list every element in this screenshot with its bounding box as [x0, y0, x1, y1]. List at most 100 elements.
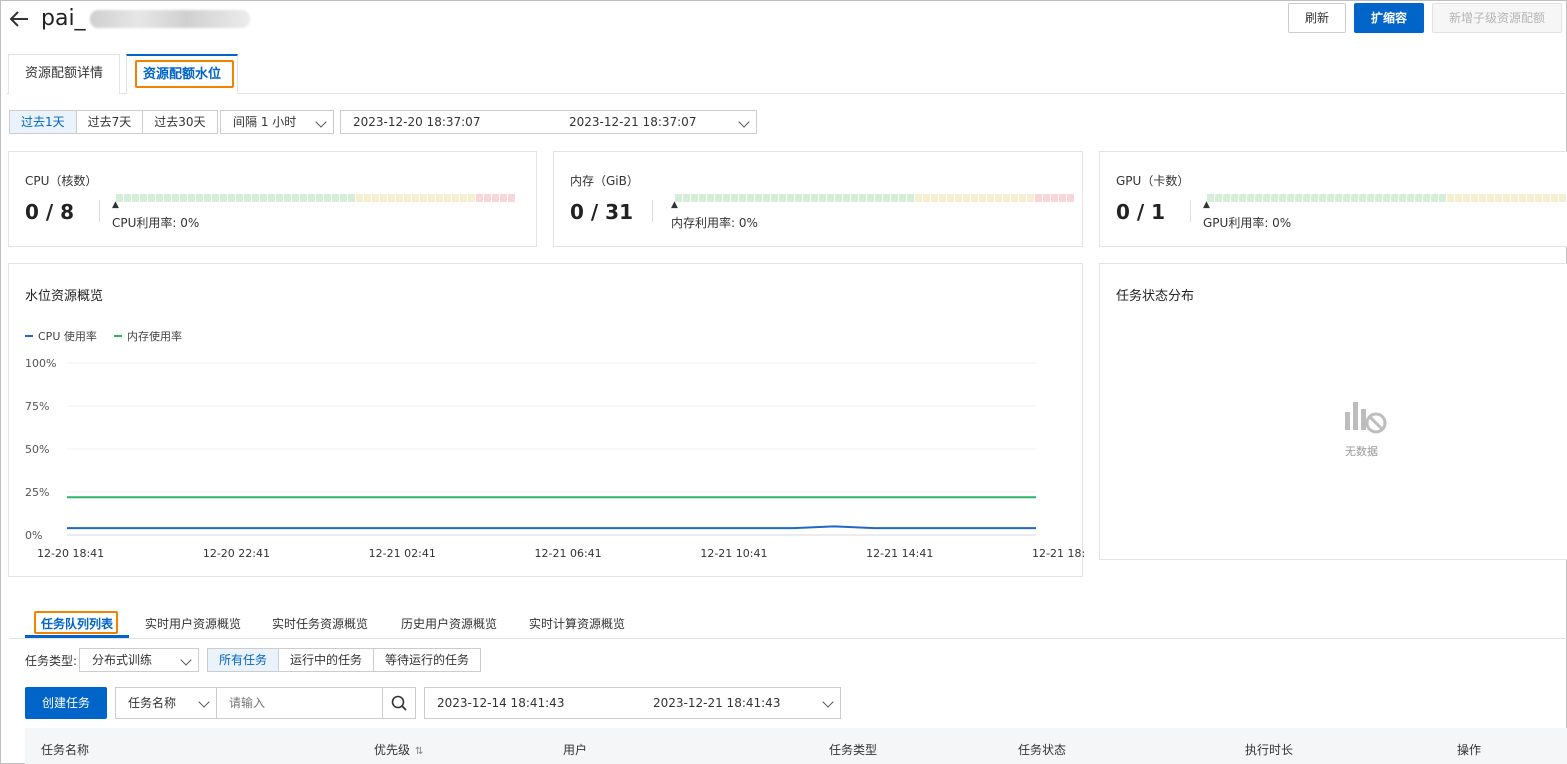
gauge-segment: [1067, 194, 1074, 202]
gauge-segment: [787, 194, 794, 202]
y-tick-label: 0%: [25, 529, 42, 542]
x-tick-label: 12-21 06:41: [535, 547, 602, 560]
x-tick-label: 12-21 14:41: [866, 547, 933, 560]
status-all[interactable]: 所有任务: [208, 649, 280, 671]
col-priority[interactable]: 优先级 ⇅: [374, 741, 423, 758]
gauge-segment: [1327, 194, 1334, 202]
gauge-segment: [132, 194, 139, 202]
gauge-segment: [172, 194, 179, 202]
gauge-segment: [995, 194, 1002, 202]
gauge-segment: [1303, 194, 1310, 202]
tab-quota-watermark[interactable]: 资源配额水位: [126, 54, 239, 94]
memory-gauge-bar: [675, 194, 1074, 202]
range-30d[interactable]: 过去30天: [143, 111, 217, 133]
gauge-pointer-icon: ▲: [671, 200, 678, 210]
gauge-segment: [220, 194, 227, 202]
search-input[interactable]: [216, 687, 383, 719]
gauge-segment: [795, 194, 802, 202]
y-tick-label: 25%: [25, 486, 49, 499]
chevron-down-icon: [822, 696, 834, 708]
gauge-segment: [308, 194, 315, 202]
gauge-segment: [284, 194, 291, 202]
refresh-button[interactable]: 刷新: [1288, 3, 1346, 33]
tab-realtime-task[interactable]: 实时任务资源概览: [272, 615, 368, 632]
gauge-segment: [683, 194, 690, 202]
x-tick-label: 12-21 10:41: [700, 547, 767, 560]
watermark-line-chart: 100% 75% 50% 25% 0% 12-20 18:41 12-20 22:41 12-…: [25, 357, 1084, 560]
date-range-picker[interactable]: 2023-12-20 18:37:07 2023-12-21 18:37:07: [340, 110, 757, 134]
gauge-segment: [891, 194, 898, 202]
gauge-segment: [707, 194, 714, 202]
col-user: 用户: [563, 743, 588, 757]
search-icon: [391, 695, 407, 711]
memory-card: 内存（GiB） 0 / 31 ▲ 内存利用率: 0%: [553, 151, 1083, 247]
redacted-name: [89, 10, 250, 28]
tab-quota-details[interactable]: 资源配额详情: [8, 54, 121, 94]
gauge-segment: [1279, 194, 1286, 202]
gauge-segment: [428, 194, 435, 202]
col-priority-label: 优先级: [374, 743, 411, 757]
add-sub-quota-button[interactable]: 新增子级资源配额: [1432, 3, 1562, 33]
tab-realtime-user[interactable]: 实时用户资源概览: [145, 615, 241, 632]
gauge-segment: [819, 194, 826, 202]
bottom-tabs-divider: [9, 638, 1567, 639]
tab-realtime-compute[interactable]: 实时计算资源概览: [529, 615, 625, 632]
col-actions: 操作: [1457, 743, 1482, 757]
search-button[interactable]: [382, 687, 416, 719]
gauge-segment: [204, 194, 211, 202]
task-type-select[interactable]: 分布式训练: [79, 648, 199, 672]
gauge-segment: [1399, 194, 1406, 202]
gauge-segment: [1519, 194, 1526, 202]
cpu-card: CPU（核数） 0 / 8 ▲ CPU利用率: 0%: [8, 151, 537, 247]
gauge-segment: [987, 194, 994, 202]
gauge-segment: [1003, 194, 1010, 202]
series-line: [67, 525, 1036, 530]
status-running[interactable]: 运行中的任务: [279, 649, 375, 671]
task-date-range-picker[interactable]: 2023-12-14 18:41:43 2023-12-21 18:41:43: [424, 687, 841, 719]
page-title: pai_: [41, 6, 250, 31]
gauge-segment: [244, 194, 251, 202]
gauge-segment: [476, 194, 483, 202]
gauge-segment: [460, 194, 467, 202]
status-waiting[interactable]: 等待运行的任务: [374, 649, 481, 671]
range-7d[interactable]: 过去7天: [76, 111, 144, 133]
gauge-segment: [1239, 194, 1246, 202]
gauge-segment: [1479, 194, 1486, 202]
back-arrow-icon[interactable]: [7, 7, 33, 31]
gauge-segment: [955, 194, 962, 202]
time-range-selector: 过去1天 过去7天 过去30天: [9, 110, 218, 134]
gauge-segment: [212, 194, 219, 202]
search-field-value: 任务名称: [128, 696, 177, 710]
gauge-segment: [1375, 194, 1382, 202]
col-task-status: 任务状态: [1018, 743, 1067, 757]
gauge-segment: [731, 194, 738, 202]
tab-history-user[interactable]: 历史用户资源概览: [401, 615, 497, 632]
gauge-segment: [364, 194, 371, 202]
gauge-segment: [1471, 194, 1478, 202]
sort-icon[interactable]: ⇅: [415, 746, 423, 757]
range-1d[interactable]: 过去1天: [10, 111, 77, 133]
cpu-gauge-bar: [116, 194, 515, 202]
gauge-segment: [1503, 194, 1510, 202]
divider: [652, 200, 653, 222]
gauge-segment: [1027, 194, 1034, 202]
gauge-segment: [372, 194, 379, 202]
gauge-segment: [196, 194, 203, 202]
overview-card: 水位资源概览 CPU 使用率 内存使用率 100% 75% 50% 25% 0% 12-2…: [8, 263, 1084, 577]
gauge-segment: [268, 194, 275, 202]
task-type-value: 分布式训练: [92, 653, 153, 667]
scale-button[interactable]: 扩缩容: [1354, 3, 1424, 33]
tab-task-queue[interactable]: 任务队列列表: [41, 615, 113, 632]
gpu-label: GPU（卡数）: [1116, 174, 1190, 188]
task-status-title: 任务状态分布: [1116, 289, 1195, 304]
interval-select[interactable]: 间隔 1 小时: [220, 110, 334, 134]
gauge-segment: [1535, 194, 1542, 202]
gauge-segment: [348, 194, 355, 202]
memory-label: 内存（GiB）: [570, 174, 639, 188]
gauge-segment: [1335, 194, 1342, 202]
gauge-segment: [835, 194, 842, 202]
search-field-select[interactable]: 任务名称: [115, 687, 217, 719]
status-filter: 所有任务 运行中的任务 等待运行的任务: [207, 648, 482, 672]
create-task-button[interactable]: 创建任务: [25, 687, 107, 719]
gauge-segment: [1351, 194, 1358, 202]
